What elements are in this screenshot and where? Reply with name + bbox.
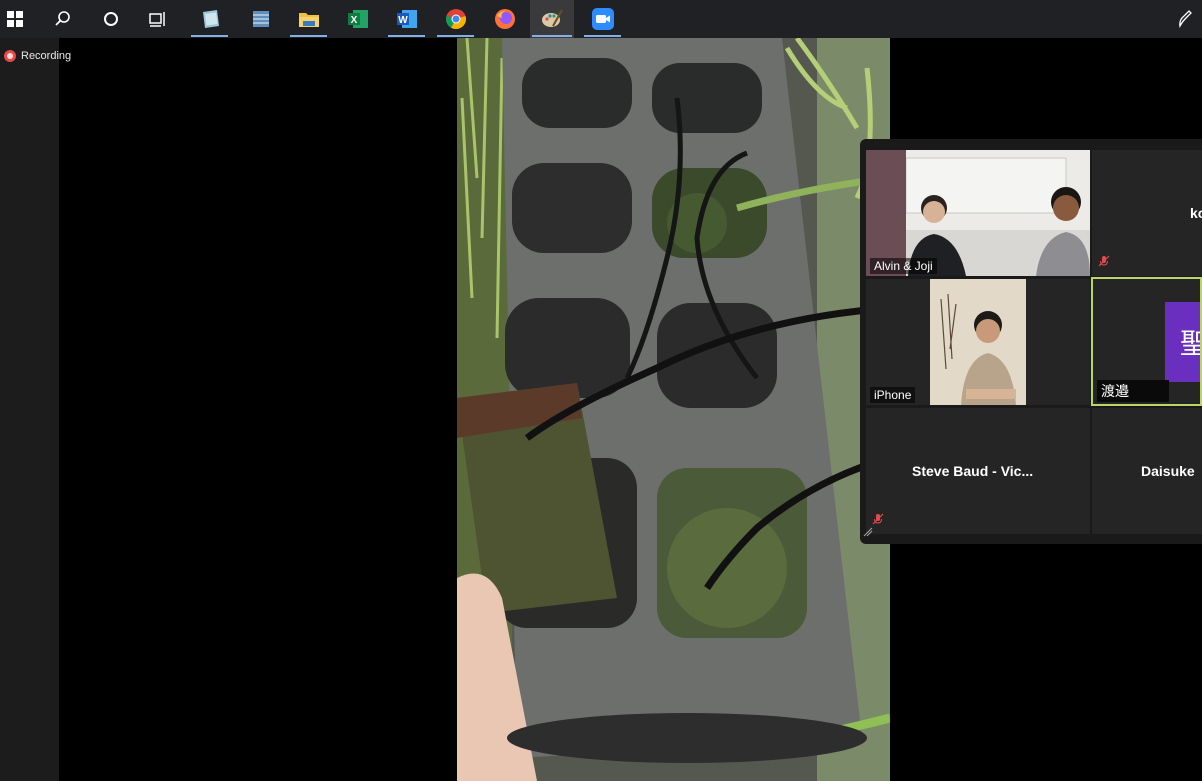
avatar-letter: 聖 <box>1180 322 1200 362</box>
video-tile[interactable]: Steve Baud - Vic... <box>866 408 1090 534</box>
video-tile[interactable]: Alvin & Joji <box>866 150 1090 276</box>
participant-name: Daisuke <box>1141 463 1195 479</box>
circle-icon[interactable] <box>93 0 129 38</box>
plant-tray-video <box>457 38 890 781</box>
taskbar: X W <box>0 0 1202 38</box>
search-icon[interactable] <box>45 0 81 38</box>
task-view-icon[interactable] <box>140 0 176 38</box>
pen-icon[interactable] <box>1172 0 1198 38</box>
participant-name: ko <box>1190 205 1202 221</box>
word-icon[interactable]: W <box>386 0 427 38</box>
video-tile-active-speaker[interactable]: 聖 渡邉 <box>1091 277 1202 406</box>
svg-text:W: W <box>398 15 408 26</box>
notebook-icon[interactable] <box>189 0 230 38</box>
participant-name: Steve Baud - Vic... <box>912 463 1034 479</box>
participant-name: Alvin & Joji <box>870 258 937 274</box>
recording-indicator: Recording <box>4 50 71 62</box>
participant-name: iPhone <box>870 387 916 403</box>
side-panel <box>0 38 59 781</box>
resize-handle-icon[interactable] <box>863 524 873 542</box>
muted-mic-icon <box>1098 254 1110 272</box>
zoom-video-icon[interactable] <box>582 0 623 38</box>
folder-icon[interactable] <box>288 0 329 38</box>
participant-name: 渡邉 <box>1097 380 1169 402</box>
video-tile[interactable]: iPhone <box>866 279 1090 405</box>
paint-palette-icon[interactable] <box>530 0 574 38</box>
firefox-icon[interactable] <box>484 0 525 38</box>
record-icon <box>4 50 16 62</box>
shared-video-feed <box>457 38 890 781</box>
chrome-icon[interactable] <box>435 0 476 38</box>
avatar: 聖 <box>1165 302 1200 382</box>
video-tile[interactable]: ko <box>1092 150 1202 276</box>
windows-logo-icon[interactable] <box>0 0 30 38</box>
muted-mic-icon <box>872 512 884 530</box>
gallery-view-panel: Alvin & Joji ko iPhone 聖 渡邉 Steve Baud -… <box>860 139 1202 544</box>
recording-label: Recording <box>21 50 72 62</box>
svg-text:X: X <box>350 15 357 26</box>
video-tile[interactable]: Daisuke <box>1092 408 1202 534</box>
stack-icon[interactable] <box>240 0 281 38</box>
excel-icon[interactable]: X <box>337 0 378 38</box>
